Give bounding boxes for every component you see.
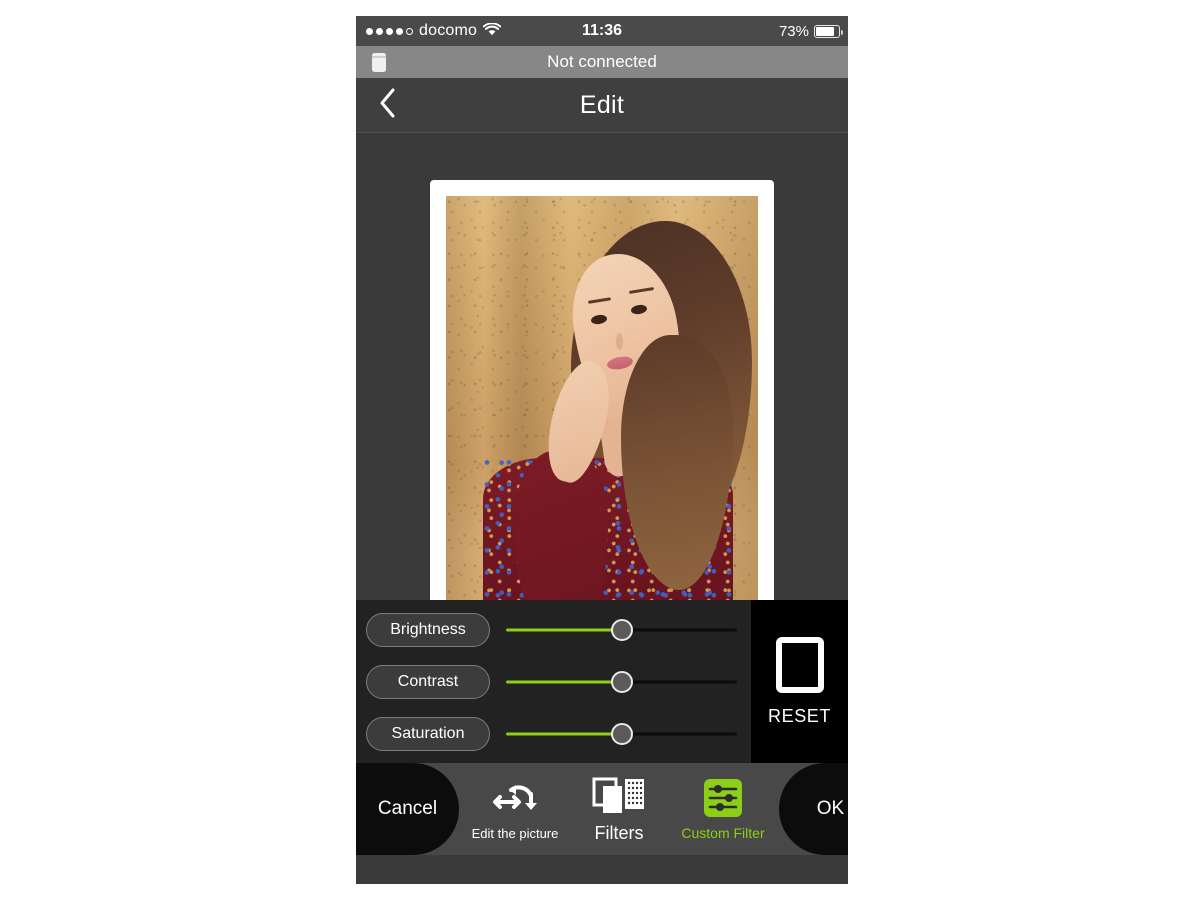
slider-label-saturation[interactable]: Saturation — [366, 716, 490, 751]
slider-brightness[interactable] — [506, 613, 737, 647]
slider-row-brightness: Brightness — [366, 611, 751, 649]
polaroid-frame-icon — [775, 636, 824, 698]
slider-label-brightness[interactable]: Brightness — [366, 612, 490, 647]
cancel-button[interactable]: Cancel — [356, 763, 459, 855]
back-button[interactable] — [370, 88, 404, 122]
slider-fill — [506, 732, 622, 735]
connection-status-label: Not connected — [547, 52, 657, 71]
slider-saturation[interactable] — [506, 717, 737, 751]
adjustments-panel: Brightness Contrast Saturation RESET — [356, 600, 848, 763]
printer-icon — [368, 50, 390, 79]
chevron-left-icon — [377, 87, 397, 124]
reset-label: RESET — [767, 705, 831, 726]
ok-button[interactable]: OK — [779, 763, 848, 855]
tool-edit-the-picture[interactable]: Edit the picture — [463, 778, 567, 841]
slider-label-contrast[interactable]: Contrast — [366, 664, 490, 699]
battery-icon — [814, 24, 843, 38]
photo-subject — [446, 196, 758, 606]
transform-arrows-icon — [492, 778, 538, 820]
ok-label: OK — [816, 798, 845, 819]
slider-row-contrast: Contrast — [366, 663, 751, 701]
tool-custom-filter[interactable]: Custom Filter — [671, 777, 775, 841]
tool-filters[interactable]: Filters — [567, 775, 671, 844]
ios-status-bar: docomo 11:36 73% — [356, 16, 848, 46]
connection-status-bar: Not connected — [356, 46, 848, 78]
slider-fill — [506, 680, 622, 683]
tool-items: Edit the picture Filters Custom Filter — [459, 763, 779, 855]
polaroid-frame[interactable] — [430, 180, 774, 658]
tool-label-filters: Filters — [594, 822, 644, 843]
slider-row-saturation: Saturation — [366, 715, 751, 753]
sliders-list: Brightness Contrast Saturation — [356, 600, 751, 763]
slider-contrast[interactable] — [506, 665, 737, 699]
phone-screen: docomo 11:36 73% Not connected Edit Brig… — [356, 16, 848, 884]
photo-canvas — [356, 133, 848, 658]
slider-thumb-contrast[interactable] — [610, 670, 633, 693]
slider-thumb-saturation[interactable] — [610, 722, 633, 745]
clock: 11:36 — [581, 22, 623, 39]
battery-percent-label: 73% — [778, 22, 809, 40]
reset-button[interactable]: RESET — [751, 600, 848, 763]
page-title: Edit — [579, 90, 625, 119]
bottom-toolbar: Cancel Edit the picture Filters Custom F… — [356, 763, 848, 855]
tool-label-edit-the-picture: Edit the picture — [471, 825, 559, 841]
navigation-bar: Edit — [356, 78, 848, 133]
sliders-icon — [703, 777, 743, 819]
slider-fill — [506, 628, 622, 631]
filters-layers-icon — [591, 775, 647, 817]
cancel-label: Cancel — [377, 798, 438, 819]
tool-label-custom-filter: Custom Filter — [681, 825, 765, 841]
status-bar-right: 73% — [778, 22, 843, 40]
photo-preview — [446, 196, 758, 606]
slider-thumb-brightness[interactable] — [610, 618, 633, 641]
